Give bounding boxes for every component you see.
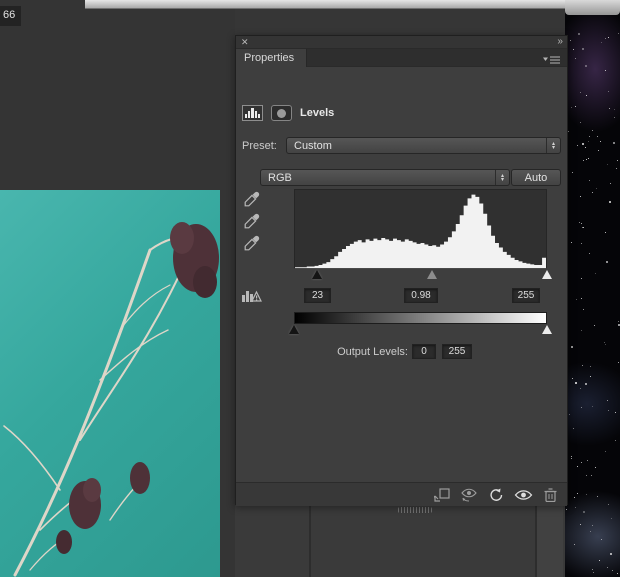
panel-topbar: ✕ ›› [236, 36, 567, 49]
levels-histogram [294, 189, 547, 269]
photo-branches [3, 222, 219, 577]
output-black-slider[interactable] [289, 325, 299, 334]
panel-content: Levels Preset: Custom ▴ ▾ RGB ▴ ▾ Auto 2… [236, 67, 567, 506]
close-icon[interactable]: ✕ [241, 37, 249, 48]
dropdown-stepper-icon: ▴ ▾ [495, 170, 509, 185]
adjustment-title: Levels [300, 107, 335, 119]
histogram-warning-icon[interactable] [241, 286, 262, 304]
properties-panel: ✕ ›› Properties Levels Preset: Custom ▴ … [235, 35, 568, 506]
channel-dropdown[interactable]: RGB ▴ ▾ [260, 169, 510, 186]
desktop-wallpaper [565, 0, 620, 577]
histogram-svg [295, 194, 546, 268]
panel-group-background [235, 505, 565, 577]
tab-properties[interactable]: Properties [236, 49, 308, 67]
panel-column [537, 505, 563, 577]
auto-button[interactable]: Auto [511, 169, 561, 186]
gray-point-eyedropper-icon[interactable] [244, 213, 260, 229]
output-gradient-bar [294, 312, 547, 324]
reset-icon[interactable] [486, 487, 506, 503]
output-white-slider[interactable] [542, 325, 552, 334]
input-white-field[interactable]: 255 [512, 288, 540, 303]
dropdown-stepper-icon: ▴ ▾ [546, 138, 560, 153]
visibility-eye-icon[interactable] [513, 487, 533, 503]
mask-thumbnail-icon[interactable] [271, 105, 292, 121]
panel-tab-bar: Properties [236, 49, 567, 67]
preset-row: Preset: Custom ▴ ▾ [242, 137, 561, 154]
background-window-titlebar-corner [565, 0, 620, 15]
clip-to-layer-icon[interactable] [432, 487, 452, 503]
output-white-field[interactable]: 255 [442, 344, 472, 359]
preset-dropdown[interactable]: Custom ▴ ▾ [286, 137, 561, 154]
input-slider-track [294, 270, 552, 281]
document-tab[interactable]: 66 [0, 6, 22, 26]
channel-value: RGB [268, 171, 292, 184]
black-point-eyedropper-icon[interactable] [244, 191, 260, 207]
output-slider-track [289, 325, 552, 335]
background-window-titlebar [85, 0, 620, 9]
panel-toolbar [236, 482, 567, 506]
adjustment-header: Levels [242, 103, 334, 123]
panel-menu-icon[interactable] [543, 53, 561, 64]
input-white-slider[interactable] [542, 270, 552, 279]
output-values-row: Output Levels: 0 255 [236, 344, 569, 359]
input-black-slider[interactable] [311, 270, 322, 279]
collapse-panel-icon[interactable]: ›› [557, 36, 563, 48]
screen: 66 ✕ ›› Properties Levels Preset: Custom… [0, 0, 620, 577]
input-black-field[interactable]: 23 [304, 288, 331, 303]
input-gamma-slider[interactable] [426, 270, 437, 279]
output-levels-label: Output Levels: [337, 346, 408, 358]
panel-edge-divider [309, 505, 311, 577]
preset-value: Custom [294, 139, 332, 152]
scrollbar-handle[interactable] [398, 507, 432, 513]
input-gamma-field[interactable]: 0.98 [404, 288, 438, 303]
input-values-row: 23 0.98 255 [294, 288, 547, 303]
preset-label: Preset: [242, 139, 277, 152]
document-image [0, 190, 220, 577]
delete-trash-icon[interactable] [540, 487, 560, 503]
white-point-eyedropper-icon[interactable] [244, 235, 260, 251]
output-black-field[interactable]: 0 [412, 344, 436, 359]
channel-row: RGB ▴ ▾ Auto [260, 169, 561, 186]
view-previous-state-icon[interactable] [459, 487, 479, 503]
levels-adjustment-icon [242, 105, 263, 121]
